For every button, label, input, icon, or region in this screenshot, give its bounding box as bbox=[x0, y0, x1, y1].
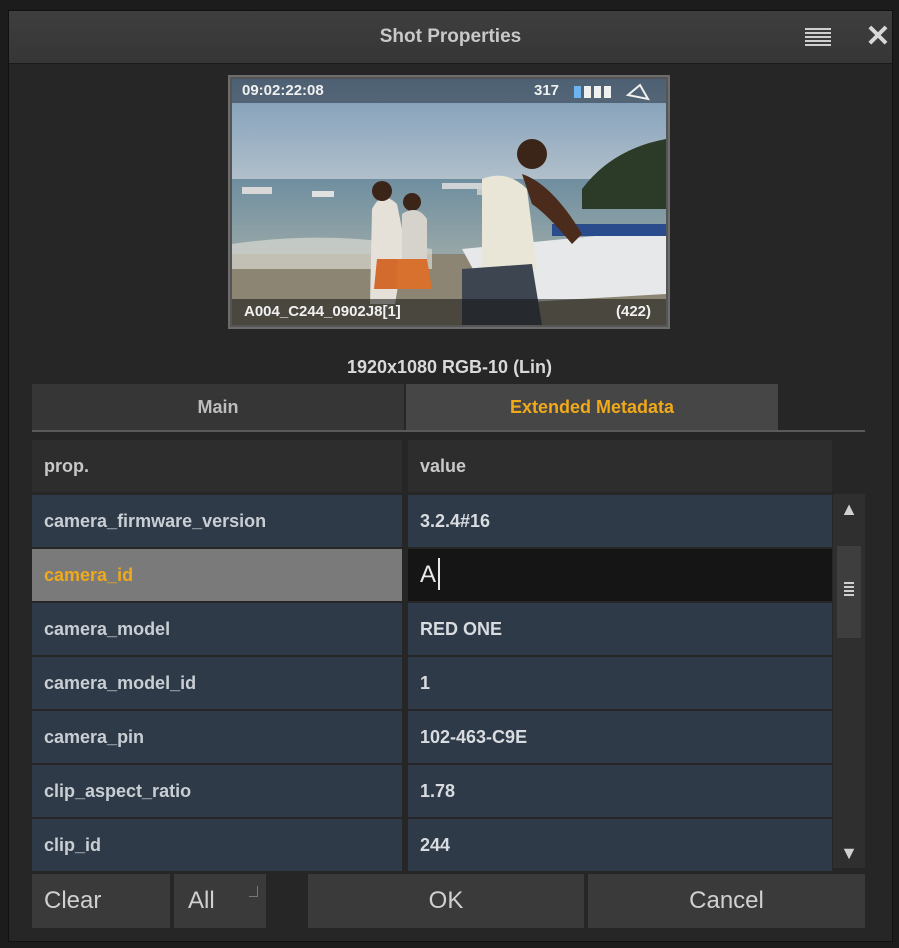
footer-buttons: Clear All OK Cancel bbox=[32, 874, 865, 928]
all-label: All bbox=[188, 887, 215, 914]
cancel-button[interactable]: Cancel bbox=[588, 874, 865, 928]
value-edit-text[interactable]: A bbox=[420, 561, 436, 588]
prop-column-header[interactable]: prop. bbox=[32, 440, 402, 492]
prop-cell[interactable]: clip_aspect_ratio bbox=[32, 765, 402, 817]
value-column-header[interactable]: value bbox=[408, 440, 832, 492]
prop-cell[interactable]: camera_model bbox=[32, 603, 402, 655]
clip-name: A004_C244_0902J8[1] bbox=[244, 303, 401, 320]
value-cell[interactable]: 3.2.4#16 bbox=[408, 495, 832, 547]
value-cell[interactable]: 1.78 bbox=[408, 765, 832, 817]
table-header-row: prop. value bbox=[32, 440, 865, 492]
text-caret bbox=[438, 557, 441, 590]
table-row[interactable]: clip_aspect_ratio 1.78 bbox=[32, 765, 865, 817]
tab-extended-metadata[interactable]: Extended Metadata bbox=[406, 384, 778, 430]
table-row[interactable]: camera_pin 102-463-C9E bbox=[32, 711, 865, 763]
dialog-title: Shot Properties bbox=[379, 26, 522, 47]
prop-cell[interactable]: clip_id bbox=[32, 819, 402, 871]
table-row[interactable]: clip_id 244 bbox=[32, 819, 865, 871]
grip-icon bbox=[844, 582, 854, 598]
beach-scene-image bbox=[232, 79, 666, 325]
value-cell[interactable]: 244 bbox=[408, 819, 832, 871]
value-edit-field[interactable]: A bbox=[408, 549, 832, 601]
scroll-thumb[interactable] bbox=[837, 546, 861, 638]
shot-thumbnail-frame: 09:02:22:08 317 A004_C244_0902J8[1] (422… bbox=[228, 75, 670, 329]
close-icon[interactable]: ✕ bbox=[864, 22, 892, 52]
menu-lines-icon[interactable] bbox=[805, 28, 831, 46]
frame-count: 317 bbox=[534, 82, 560, 99]
table-scrollbar[interactable]: ▲ ▼ bbox=[833, 494, 865, 868]
prop-cell[interactable]: camera_model_id bbox=[32, 657, 402, 709]
table-row-selected[interactable]: camera_id A bbox=[32, 549, 865, 601]
tab-underline bbox=[32, 430, 865, 432]
tab-main[interactable]: Main bbox=[32, 384, 404, 430]
prop-cell[interactable]: camera_id bbox=[32, 549, 402, 601]
tab-bar: Main Extended Metadata bbox=[32, 384, 865, 432]
timecode: 09:02:22:08 bbox=[242, 82, 324, 99]
value-cell[interactable]: 1 bbox=[408, 657, 832, 709]
resolution-label: 1920x1080 RGB-10 (Lin) bbox=[346, 357, 553, 377]
shot-thumbnail: 09:02:22:08 317 A004_C244_0902J8[1] (422… bbox=[232, 79, 666, 325]
title-bar[interactable]: Shot Properties ✕ bbox=[9, 11, 892, 64]
prop-cell[interactable]: camera_firmware_version bbox=[32, 495, 402, 547]
dropdown-corner-icon bbox=[249, 886, 258, 897]
scroll-up-arrow-icon[interactable]: ▲ bbox=[833, 494, 865, 524]
clip-number: (422) bbox=[616, 303, 652, 320]
all-dropdown-button[interactable]: All bbox=[174, 874, 266, 928]
value-cell[interactable]: 102-463-C9E bbox=[408, 711, 832, 763]
prop-cell[interactable]: camera_pin bbox=[32, 711, 402, 763]
table-row[interactable]: camera_model_id 1 bbox=[32, 657, 865, 709]
table-row[interactable]: camera_firmware_version 3.2.4#16 bbox=[32, 495, 865, 547]
clear-button[interactable]: Clear bbox=[32, 874, 170, 928]
ok-button[interactable]: OK bbox=[308, 874, 584, 928]
table-row[interactable]: camera_model RED ONE bbox=[32, 603, 865, 655]
value-cell[interactable]: RED ONE bbox=[408, 603, 832, 655]
scroll-down-arrow-icon[interactable]: ▼ bbox=[833, 838, 865, 868]
